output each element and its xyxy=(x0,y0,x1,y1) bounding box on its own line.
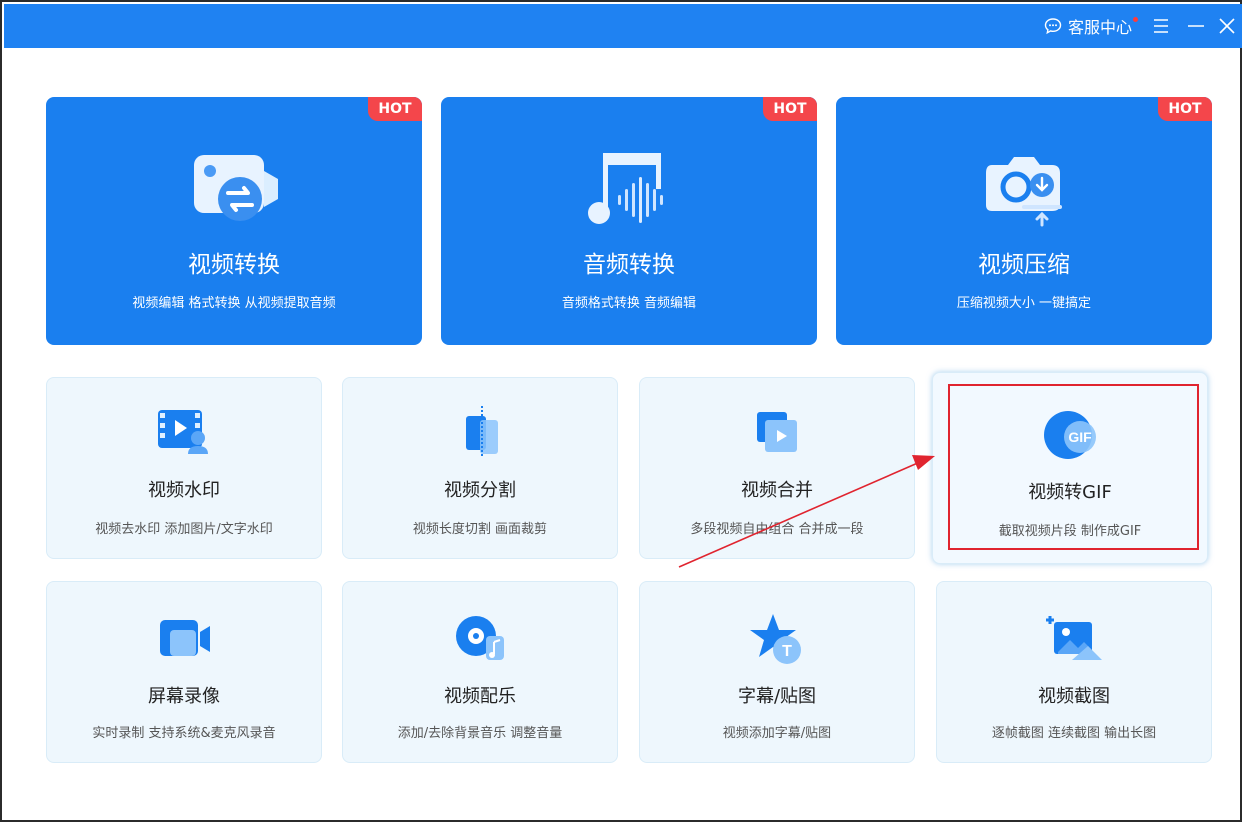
tool-description: 截取视频片段 制作成GIF xyxy=(998,524,1142,539)
tool-description: 添加/去除背景音乐 调整音量 xyxy=(397,726,563,741)
hamburger-menu-icon xyxy=(1154,19,1168,33)
close-icon xyxy=(1219,18,1235,34)
app-window: 客服中心 HOT 视频转换 视频编辑 格式转换 从视频提取音频 HOT 音频转换… xyxy=(0,0,1242,822)
customer-service-button[interactable]: 客服中心 xyxy=(1044,14,1132,38)
video-split-card[interactable]: 视频分割 视频长度切割 画面裁剪 xyxy=(342,377,618,559)
video-convert-icon xyxy=(194,155,278,221)
tool-description: 多段视频自由组合 合并成一段 xyxy=(690,522,864,537)
video-screenshot-icon xyxy=(1046,616,1102,660)
video-compress-icon xyxy=(986,157,1062,227)
tool-description: 实时录制 支持系统&麦克风录音 xyxy=(92,726,276,741)
hero-title: 视频压缩 xyxy=(978,252,1070,278)
video-watermark-icon xyxy=(158,410,208,454)
video-screenshot-card[interactable]: 视频截图 逐帧截图 连续截图 输出长图 xyxy=(936,581,1212,763)
video-music-icon xyxy=(456,616,504,660)
tool-title: 视频配乐 xyxy=(444,686,516,707)
tool-title: 视频水印 xyxy=(148,480,220,501)
tool-description: 视频长度切割 画面裁剪 xyxy=(412,522,548,537)
title-bar: 客服中心 xyxy=(4,4,1242,48)
tool-description: 视频去水印 添加图片/文字水印 xyxy=(95,522,273,537)
video-merge-card[interactable]: 视频合并 多段视频自由组合 合并成一段 xyxy=(639,377,915,559)
hero-description: 压缩视频大小 一键搞定 xyxy=(956,296,1092,311)
tool-description: 视频添加字幕/贴图 xyxy=(722,726,832,741)
video-watermark-card[interactable]: 视频水印 视频去水印 添加图片/文字水印 xyxy=(46,377,322,559)
video-compress-card[interactable]: HOT 视频压缩 压缩视频大小 一键搞定 xyxy=(836,97,1212,345)
video-convert-card[interactable]: HOT 视频转换 视频编辑 格式转换 从视频提取音频 xyxy=(46,97,422,345)
video-to-gif-icon: GIF xyxy=(1044,411,1096,459)
hero-description: 视频编辑 格式转换 从视频提取音频 xyxy=(132,296,336,311)
tool-title: 视频转GIF xyxy=(1028,482,1112,503)
video-merge-icon xyxy=(757,412,797,452)
hot-badge: HOT xyxy=(763,97,817,121)
tool-title: 视频分割 xyxy=(444,480,516,501)
close-button[interactable] xyxy=(1217,16,1237,36)
tool-title: 屏幕录像 xyxy=(148,686,220,707)
hot-badge: HOT xyxy=(1158,97,1212,121)
sticker-icon-text: T xyxy=(782,643,792,660)
subtitle-sticker-card[interactable]: T 字幕/贴图 视频添加字幕/贴图 xyxy=(639,581,915,763)
notification-dot xyxy=(1133,17,1138,22)
menu-button[interactable] xyxy=(1151,16,1171,36)
screen-record-icon xyxy=(160,620,210,656)
minimize-icon xyxy=(1188,25,1204,27)
customer-service-label: 客服中心 xyxy=(1068,18,1133,37)
hero-title: 音频转换 xyxy=(583,252,675,278)
video-split-icon xyxy=(466,406,498,458)
tool-title: 视频合并 xyxy=(741,480,813,501)
hero-title: 视频转换 xyxy=(188,252,280,278)
audio-convert-card[interactable]: HOT 音频转换 音频格式转换 音频编辑 xyxy=(441,97,817,345)
video-to-gif-card[interactable]: GIF 视频转GIF 截取视频片段 制作成GIF xyxy=(932,372,1208,564)
video-music-card[interactable]: 视频配乐 添加/去除背景音乐 调整音量 xyxy=(342,581,618,763)
hero-description: 音频格式转换 音频编辑 xyxy=(561,296,697,311)
audio-convert-icon xyxy=(588,153,663,224)
minimize-button[interactable] xyxy=(1186,16,1206,36)
gif-icon-text: GIF xyxy=(1068,429,1092,445)
subtitle-sticker-icon: T xyxy=(750,614,801,664)
screen-record-card[interactable]: 屏幕录像 实时录制 支持系统&麦克风录音 xyxy=(46,581,322,763)
hot-badge: HOT xyxy=(368,97,422,121)
tool-description: 逐帧截图 连续截图 输出长图 xyxy=(991,726,1157,741)
chat-bubble-icon xyxy=(1044,18,1062,35)
tool-title: 视频截图 xyxy=(1038,686,1110,707)
tool-title: 字幕/贴图 xyxy=(737,686,817,707)
